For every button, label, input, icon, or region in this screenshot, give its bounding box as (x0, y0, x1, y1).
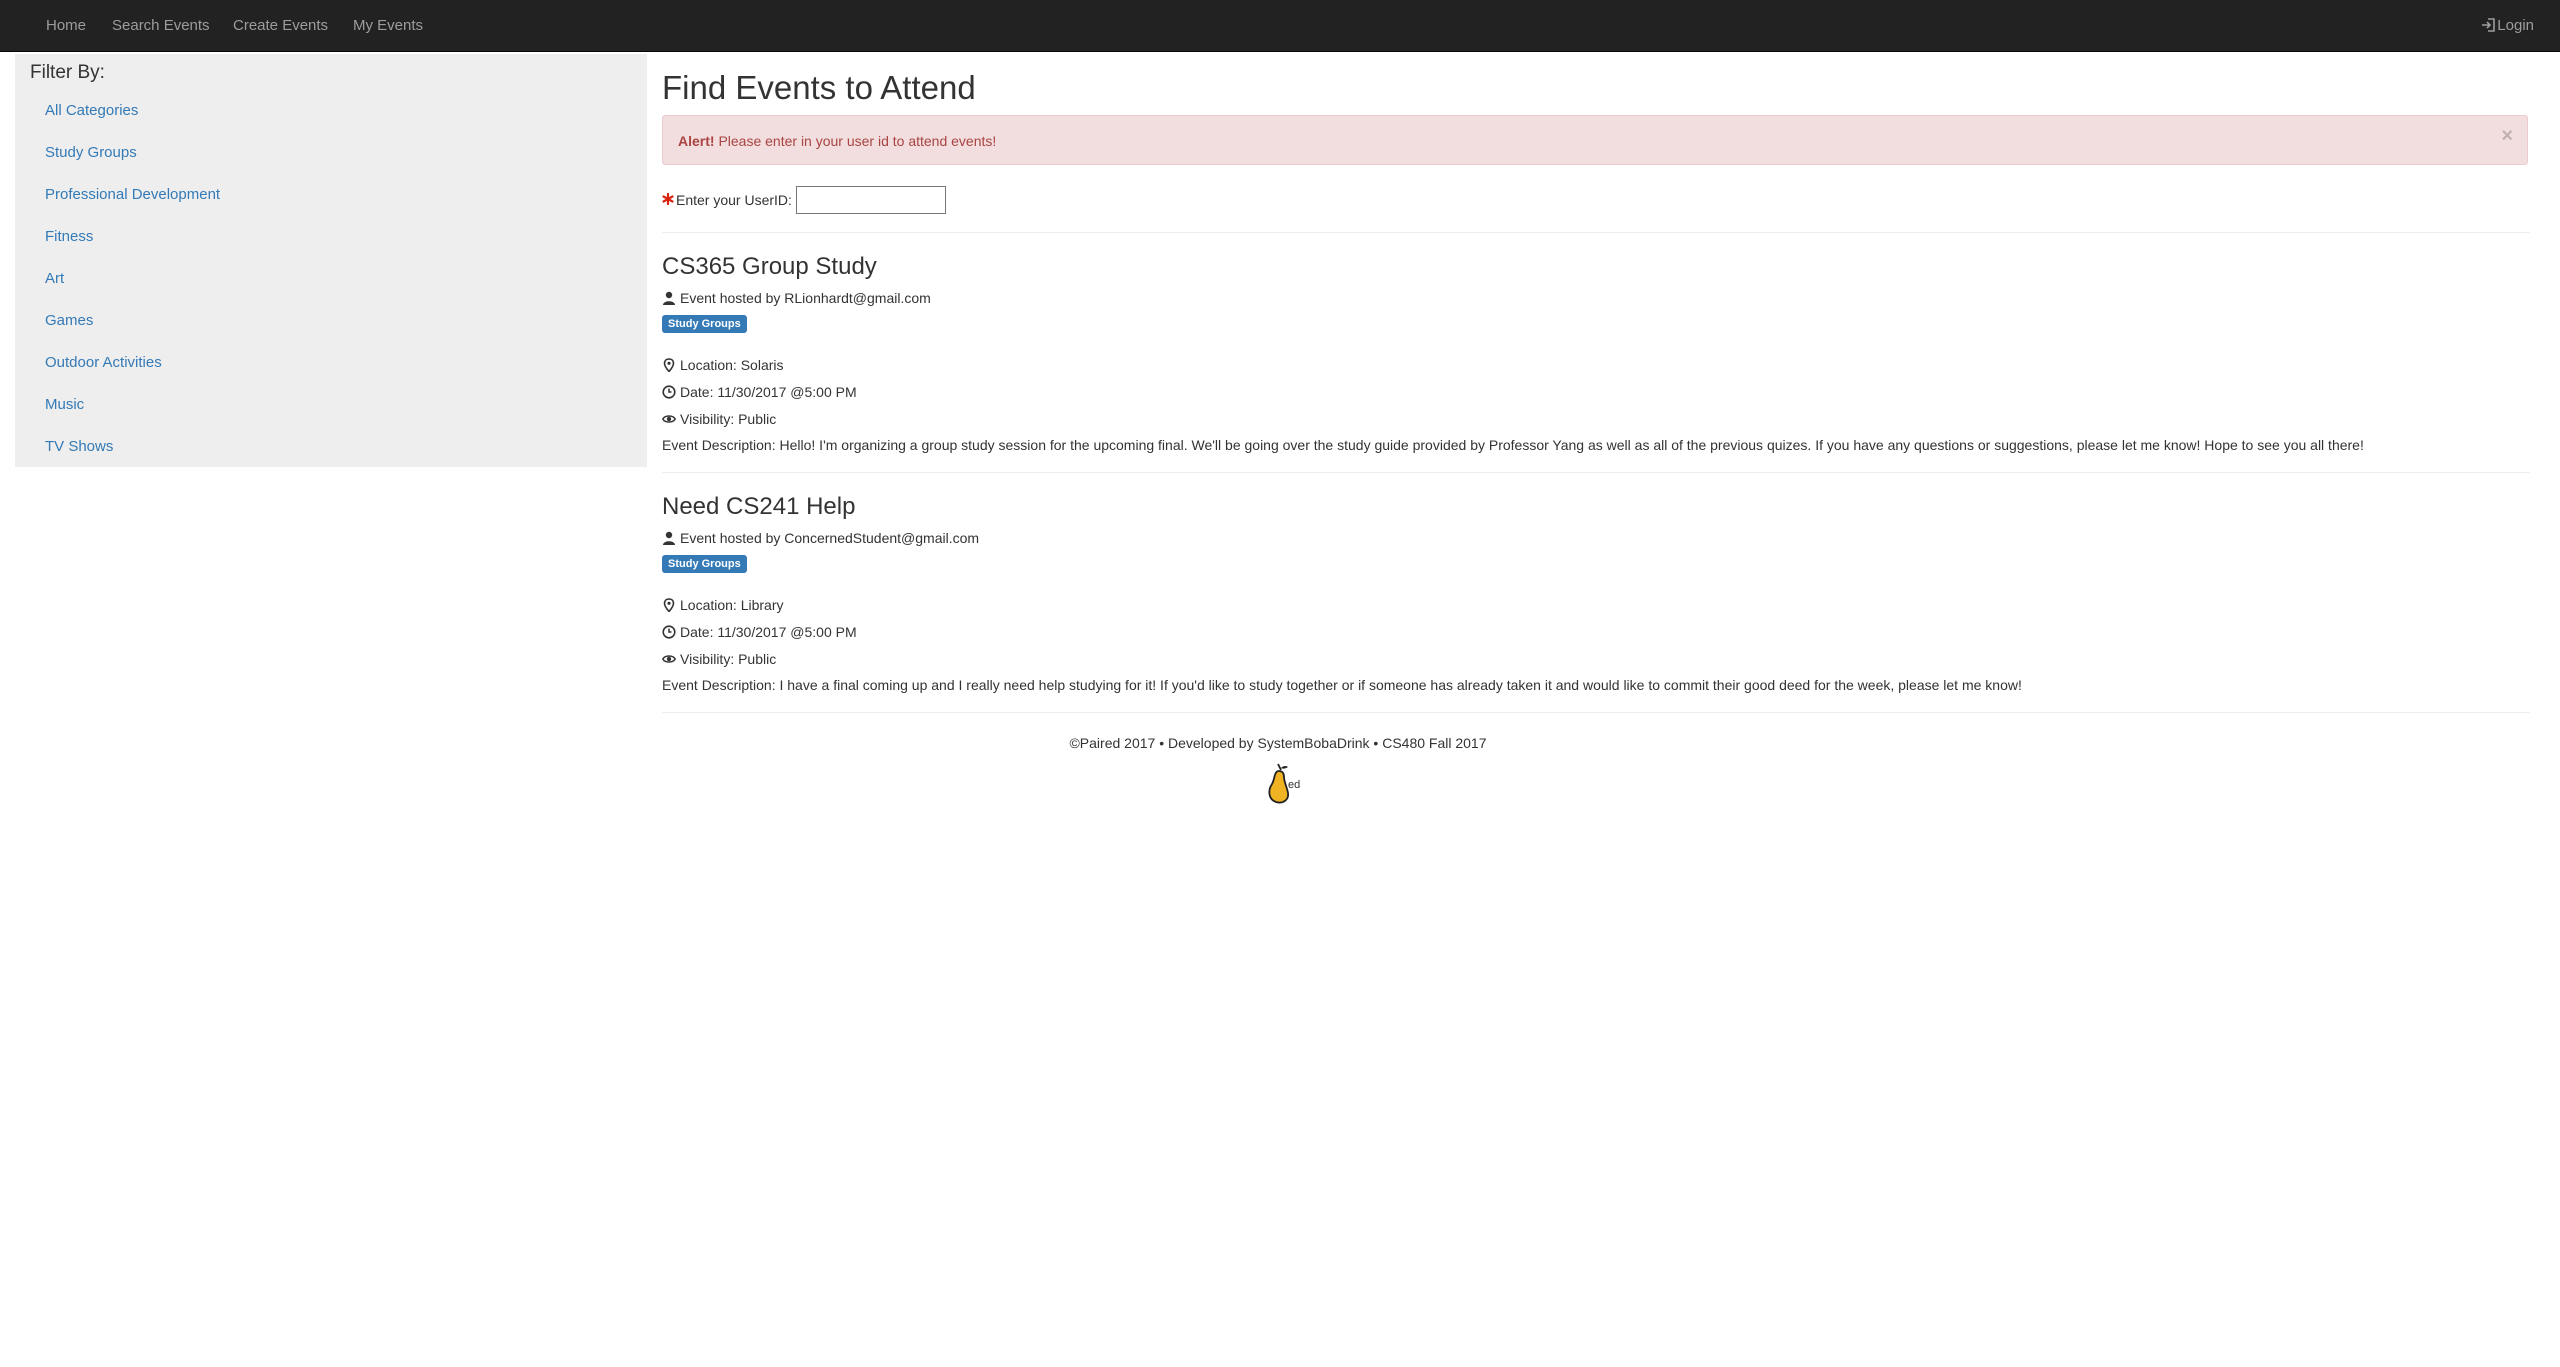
event-description: Event Description: I have a final coming… (662, 677, 2022, 693)
event-visibility: Visibility: Public (662, 650, 776, 668)
event-date-text: Date: 11/30/2017 @5:00 PM (680, 384, 857, 400)
divider (662, 472, 2530, 473)
logo-text: ed (1288, 779, 1301, 791)
event-host-text: Event hosted by ConcernedStudent@gmail.c… (680, 530, 980, 546)
login-link[interactable]: Login (2481, 0, 2534, 51)
event-description: Event Description: Hello! I'm organizing… (662, 437, 2364, 453)
user-icon (663, 291, 675, 305)
divider (662, 712, 2530, 713)
nav-create-events-link[interactable]: Create Events (233, 0, 328, 51)
filter-games[interactable]: Games (45, 311, 93, 331)
nav-home-link[interactable]: Home (46, 0, 86, 51)
event-location-text: Location: Solaris (680, 357, 784, 373)
event-location: Location: Solaris (662, 356, 784, 374)
filter-study-groups[interactable]: Study Groups (45, 143, 137, 163)
event-date: Date: 11/30/2017 @5:00 PM (662, 383, 857, 401)
event-date: Date: 11/30/2017 @5:00 PM (662, 623, 857, 641)
userid-label: Enter your UserID: (676, 192, 792, 208)
event-host-text: Event hosted by RLionhardt@gmail.com (680, 290, 931, 306)
top-navbar: Home Search Events Create Events My Even… (0, 0, 2560, 52)
user-icon (663, 531, 675, 545)
filter-art[interactable]: Art (45, 269, 64, 289)
event-visibility-text: Visibility: Public (680, 411, 777, 427)
event-host: Event hosted by ConcernedStudent@gmail.c… (662, 529, 979, 547)
alert-box: Alert! Please enter in your user id to a… (662, 115, 2528, 165)
filter-music[interactable]: Music (45, 395, 84, 415)
event-visibility-text: Visibility: Public (680, 651, 777, 667)
eye-icon (662, 415, 676, 423)
login-icon (2482, 18, 2496, 32)
event-title[interactable]: Need CS241 Help (662, 492, 855, 522)
filter-outdoor-activities[interactable]: Outdoor Activities (45, 353, 162, 373)
map-marker-icon (663, 358, 675, 372)
eye-icon (662, 655, 676, 663)
event-location: Location: Library (662, 596, 784, 614)
alert-close-button[interactable]: × (2501, 126, 2513, 146)
filter-all-categories[interactable]: All Categories (45, 101, 138, 121)
nav-my-events-link[interactable]: My Events (353, 0, 423, 51)
event-title[interactable]: CS365 Group Study (662, 252, 877, 282)
required-asterisk-icon (662, 193, 674, 205)
clock-icon (662, 625, 676, 639)
login-label: Login (2497, 17, 2534, 34)
filter-professional-development[interactable]: Professional Development (45, 185, 220, 205)
alert-message: Please enter in your user id to attend e… (714, 133, 997, 149)
filter-tv-shows[interactable]: TV Shows (45, 437, 113, 457)
event-location-text: Location: Library (680, 597, 784, 613)
page-title: Find Events to Attend (662, 69, 976, 106)
event-visibility: Visibility: Public (662, 410, 776, 428)
footer-text: ©Paired 2017 • Developed by SystemBobaDr… (1069, 735, 1487, 751)
filter-title: Filter By: (30, 62, 105, 83)
clock-icon (662, 385, 676, 399)
category-badge: Study Groups (662, 315, 747, 333)
filter-fitness[interactable]: Fitness (45, 227, 93, 247)
event-host: Event hosted by RLionhardt@gmail.com (662, 289, 931, 307)
map-marker-icon (663, 598, 675, 612)
divider (662, 232, 2530, 233)
nav-search-events-link[interactable]: Search Events (112, 0, 210, 51)
userid-input[interactable] (796, 186, 946, 214)
alert-strong: Alert! (678, 133, 715, 149)
event-date-text: Date: 11/30/2017 @5:00 PM (680, 624, 857, 640)
category-badge: Study Groups (662, 555, 747, 573)
filter-sidebar: Filter By: All Categories Study Groups P… (15, 54, 647, 467)
